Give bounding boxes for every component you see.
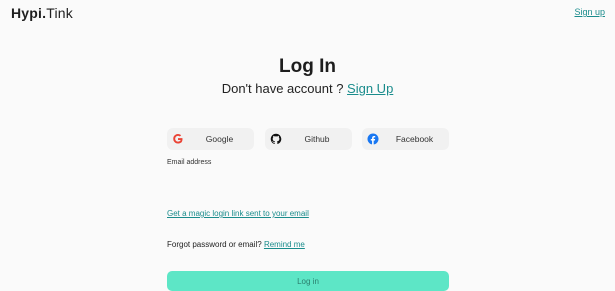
google-icon xyxy=(167,133,189,145)
signup-prompt: Don't have account ? Sign Up xyxy=(0,81,615,96)
remind-me-link[interactable]: Remind me xyxy=(264,240,305,249)
signup-prompt-text: Don't have account ? xyxy=(221,81,348,96)
google-login-button[interactable]: Google xyxy=(167,128,254,150)
github-login-button[interactable]: Github xyxy=(264,128,352,150)
social-login-row: Google Github Facebook xyxy=(167,128,449,150)
forgot-password-text: Forgot password or email? xyxy=(167,240,264,249)
signup-link[interactable]: Sign Up xyxy=(347,81,393,96)
email-label: Email address xyxy=(167,159,212,166)
brand-logo-rest: Tink xyxy=(46,5,73,21)
brand-logo-bold: Hypi. xyxy=(11,5,47,21)
brand-logo: Hypi.Tink xyxy=(11,5,73,21)
email-field[interactable] xyxy=(167,170,449,196)
github-login-label: Github xyxy=(304,134,330,144)
facebook-login-button[interactable]: Facebook xyxy=(362,128,449,150)
page-title: Log In xyxy=(279,56,336,77)
login-button[interactable]: Log in xyxy=(167,271,449,291)
github-icon xyxy=(265,133,287,145)
header-signup-link[interactable]: Sign up xyxy=(574,7,605,17)
facebook-login-label: Facebook xyxy=(395,134,434,144)
google-login-label: Google xyxy=(205,134,234,144)
magic-login-link[interactable]: Get a magic login link sent to your emai… xyxy=(167,209,309,218)
forgot-password-row: Forgot password or email? Remind me xyxy=(167,240,305,249)
facebook-icon xyxy=(362,133,384,145)
